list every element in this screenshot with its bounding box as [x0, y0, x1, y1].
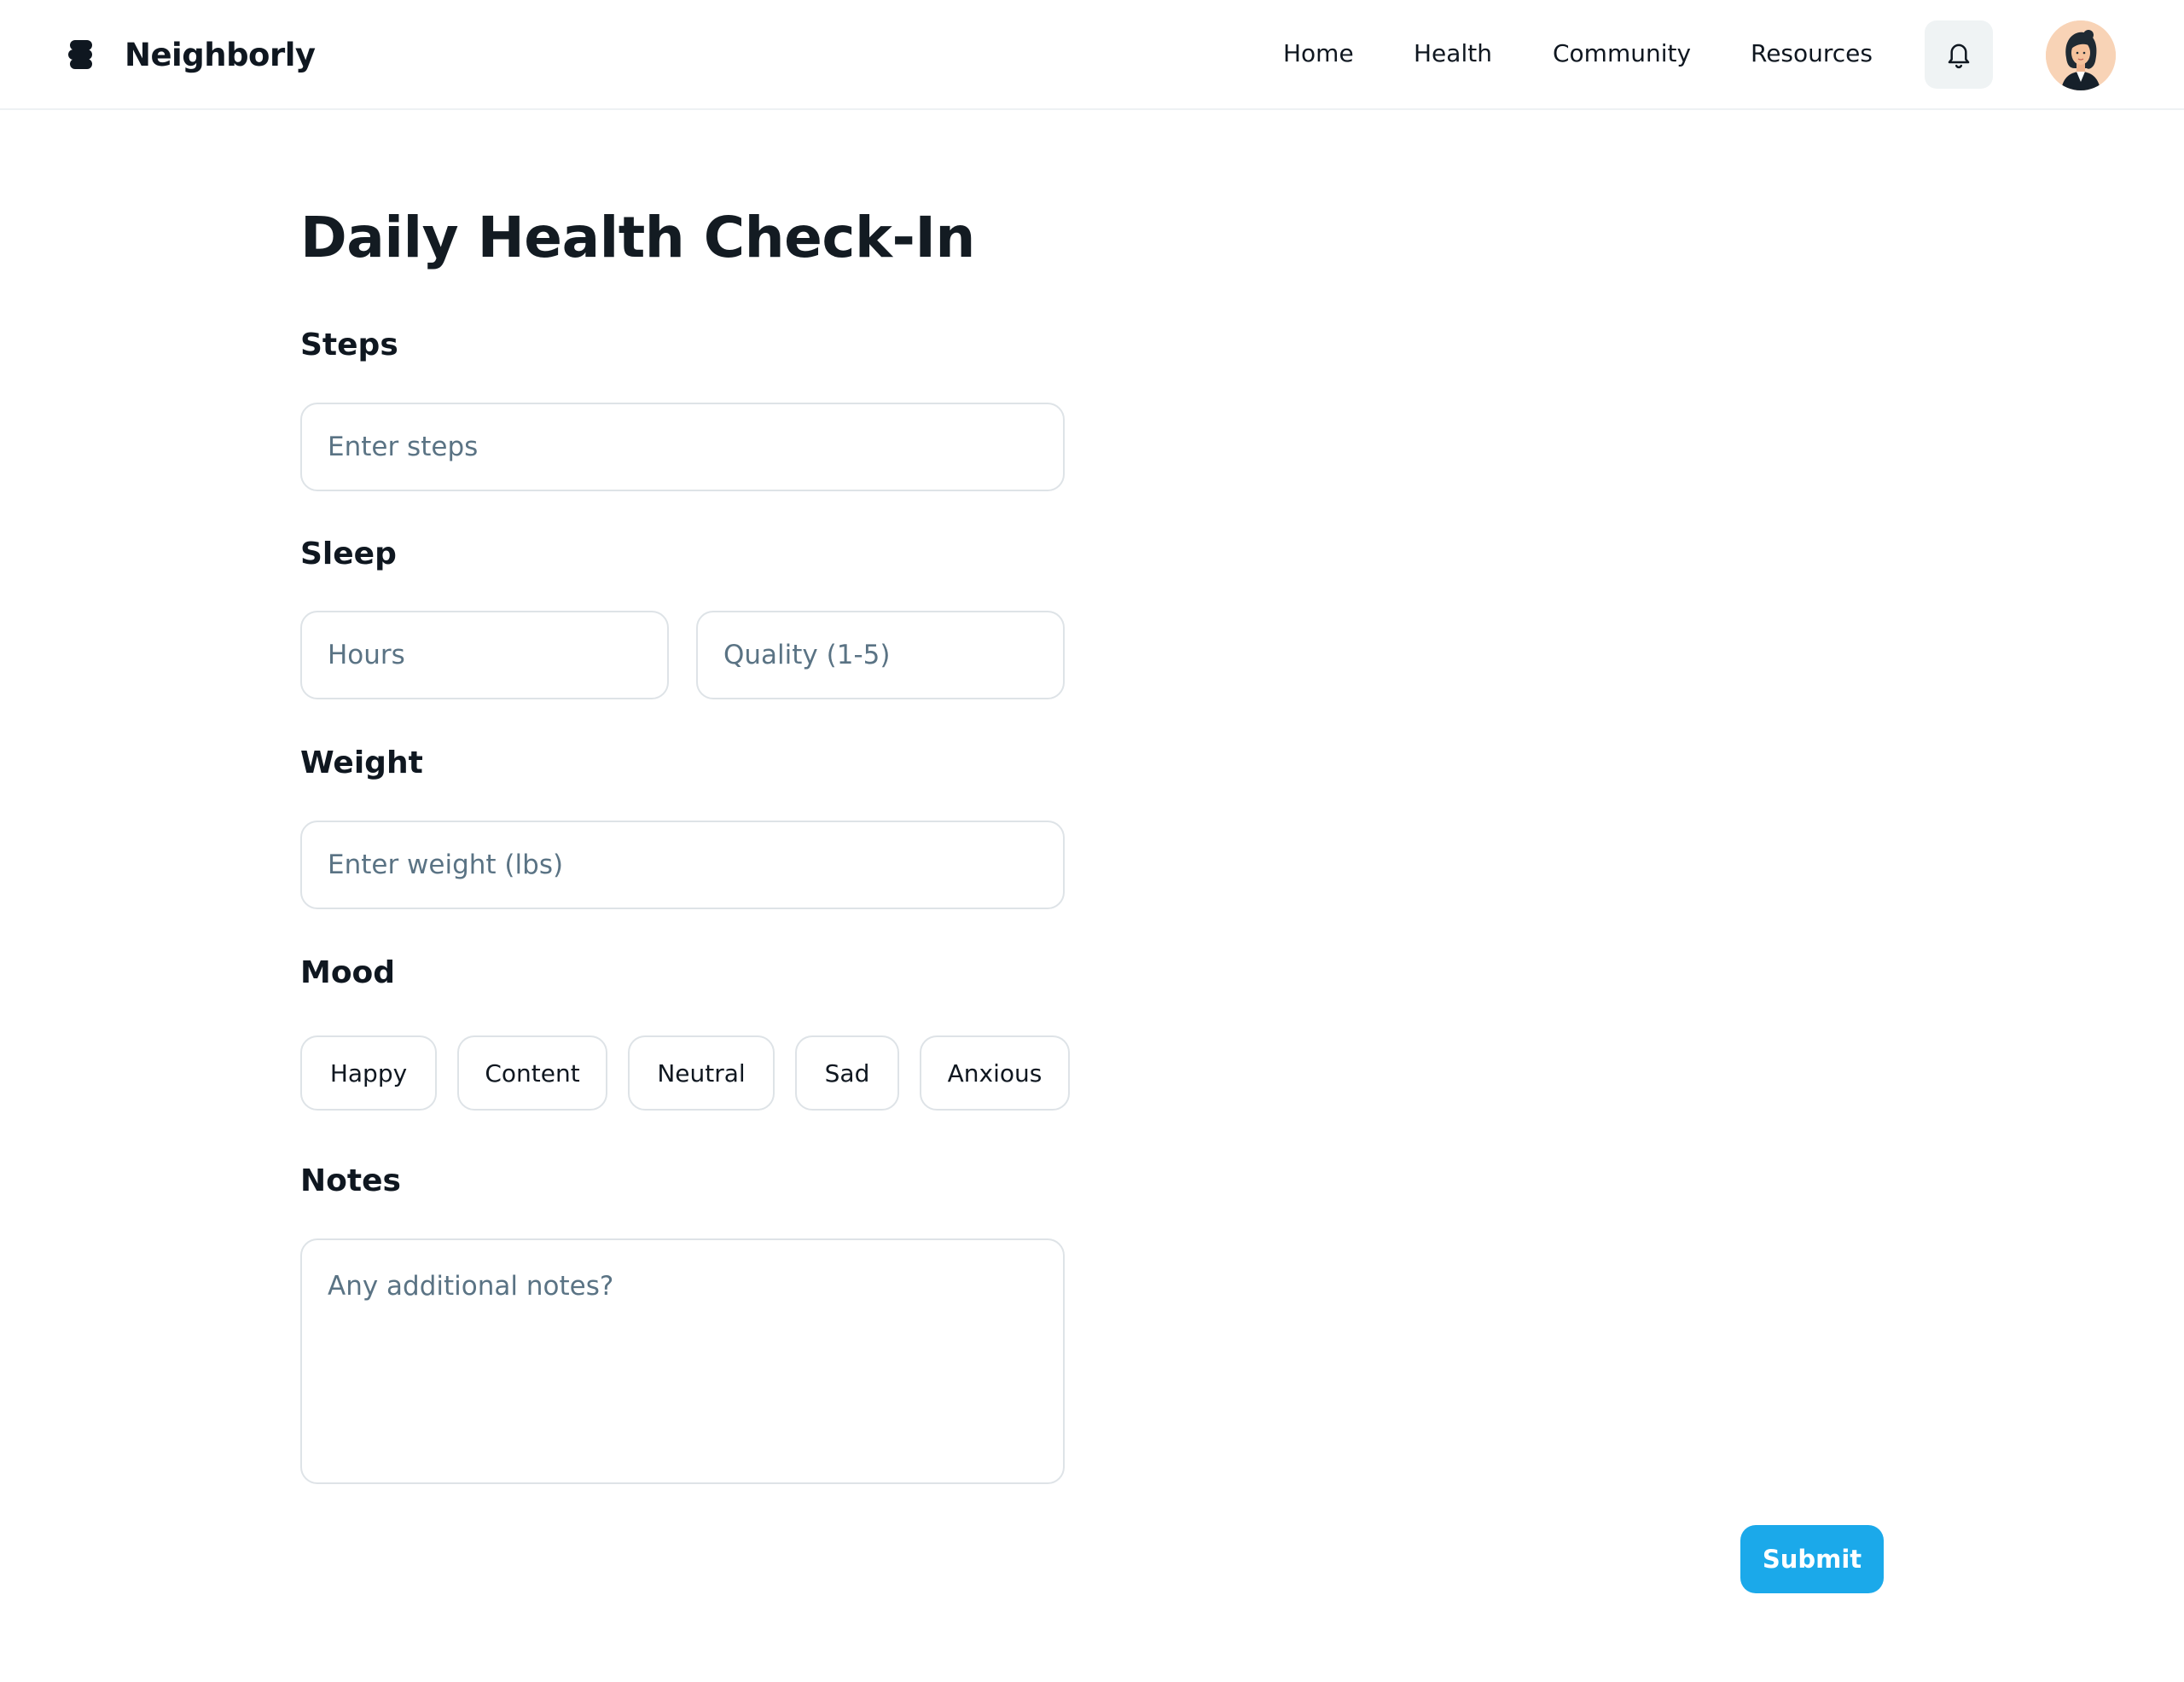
sleep-hours-input[interactable]	[300, 611, 669, 699]
weight-input[interactable]	[300, 821, 1065, 909]
mood-option-happy[interactable]: Happy	[300, 1035, 437, 1111]
notes-textarea[interactable]	[300, 1238, 1065, 1484]
brand[interactable]: Neighborly	[68, 31, 316, 78]
stacked-bars-logo-icon	[68, 40, 96, 69]
mood-option-sad[interactable]: Sad	[795, 1035, 899, 1111]
sleep-quality-input[interactable]	[696, 611, 1065, 699]
avatar-illustration	[2046, 20, 2116, 90]
nav-link-home[interactable]: Home	[1283, 39, 1354, 67]
nav-link-health[interactable]: Health	[1414, 39, 1492, 67]
mood-option-neutral[interactable]: Neutral	[628, 1035, 775, 1111]
sleep-label: Sleep	[300, 536, 397, 571]
steps-label: Steps	[300, 328, 398, 362]
user-avatar[interactable]	[2046, 20, 2116, 90]
bell-icon	[1948, 44, 1970, 69]
steps-input[interactable]	[300, 403, 1065, 491]
nav-link-community[interactable]: Community	[1553, 39, 1691, 67]
brand-name: Neighborly	[125, 36, 316, 73]
notes-label: Notes	[300, 1163, 401, 1198]
notifications-button[interactable]	[1925, 20, 1993, 89]
top-navigation-bar: Neighborly Home Health Community Resourc…	[0, 0, 2184, 110]
submit-button[interactable]: Submit	[1740, 1525, 1884, 1593]
nav-link-resources[interactable]: Resources	[1751, 39, 1873, 67]
mood-option-content[interactable]: Content	[457, 1035, 607, 1111]
weight-label: Weight	[300, 745, 423, 780]
mood-label: Mood	[300, 955, 396, 990]
mood-option-anxious[interactable]: Anxious	[920, 1035, 1070, 1111]
page-title: Daily Health Check-In	[300, 205, 975, 270]
